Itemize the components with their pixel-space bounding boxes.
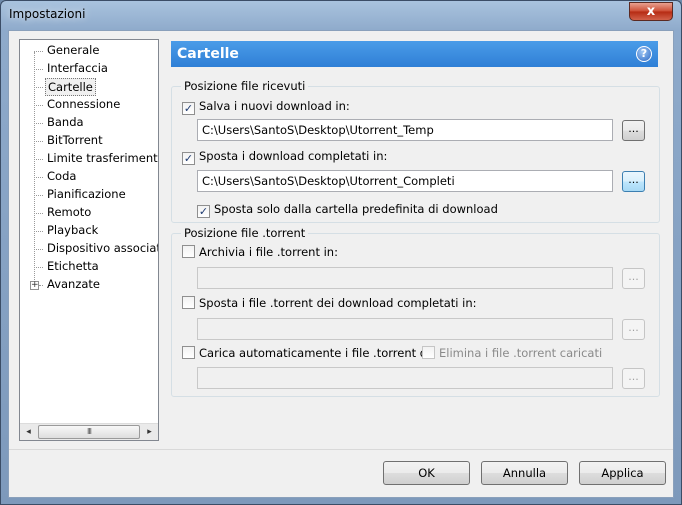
autoload-checkbox[interactable]: Carica automaticamente i file .torrent d… (182, 346, 434, 362)
archive-path-input[interactable] (197, 267, 613, 289)
group-title: Posizione file .torrent (181, 226, 309, 240)
save-new-path-input[interactable]: C:\Users\SantoS\Desktop\Utorrent_Temp (197, 119, 613, 141)
cancel-button[interactable]: Annulla (481, 461, 568, 485)
received-files-group: Posizione file ricevuti ✓ Salva i nuovi d… (171, 79, 660, 223)
section-title: Cartelle (177, 46, 239, 62)
move-torrent-checkbox[interactable]: Sposta i file .torrent dei download comp… (182, 296, 476, 312)
checkbox-checked-icon[interactable]: ✓ (197, 205, 210, 218)
tree-connector (34, 213, 43, 214)
tree-connector (34, 231, 43, 232)
move-completed-checkbox[interactable]: ✓ Sposta i download completati in: (182, 149, 387, 165)
window-title: Impostazioni (9, 7, 86, 21)
checkbox-label: Salva i nuovi download in: (199, 99, 350, 113)
tree-item-bittorrent[interactable]: BitTorrent (45, 132, 105, 150)
tree-item-playback[interactable]: Playback (45, 222, 100, 240)
tree-item-pianificazione[interactable]: Pianificazione (45, 186, 128, 204)
checkbox-unchecked-icon[interactable] (422, 346, 435, 359)
tree-item-avanzate[interactable]: Avanzate (45, 276, 102, 294)
footer-divider (9, 449, 673, 450)
checkbox-checked-icon[interactable]: ✓ (182, 102, 195, 115)
tree-viewport: Generale Interfaccia Cartelle Connession… (20, 40, 158, 422)
tree-item-limite-trasferimento[interactable]: Limite trasferimento (45, 150, 158, 168)
checkbox-unchecked-icon[interactable] (182, 296, 195, 309)
tree-connector (39, 285, 43, 286)
tree-connector (34, 87, 43, 88)
close-button[interactable]: x (629, 2, 673, 21)
archive-torrent-checkbox[interactable]: Archivia i file .torrent in: (182, 245, 338, 261)
ok-button[interactable]: OK (383, 461, 470, 485)
browse-button[interactable]: ... (622, 171, 645, 192)
tree-connector (34, 123, 43, 124)
tree-item-etichetta[interactable]: Etichetta (45, 258, 101, 276)
settings-tree: Generale Interfaccia Cartelle Connession… (19, 39, 159, 441)
tree-connector (34, 51, 43, 52)
browse-button[interactable]: ... (622, 368, 645, 389)
checkbox-unchecked-icon[interactable] (182, 346, 195, 359)
scroll-thumb[interactable]: III (38, 425, 140, 439)
tree-connector (34, 195, 43, 196)
tree-connector (34, 177, 43, 178)
tree-item-cartelle[interactable]: Cartelle (45, 78, 96, 96)
tree-item-banda[interactable]: Banda (45, 114, 86, 132)
tree-connector (34, 267, 43, 268)
expand-icon[interactable]: + (30, 281, 39, 290)
browse-button[interactable]: ... (622, 120, 645, 141)
section-header: Cartelle ? (171, 41, 658, 67)
autoload-path-input[interactable] (197, 367, 613, 389)
tree-item-remoto[interactable]: Remoto (45, 204, 93, 222)
checkbox-label: Elimina i file .torrent caricati (439, 346, 603, 360)
tree-connector (34, 105, 43, 106)
checkbox-checked-icon[interactable]: ✓ (182, 152, 195, 165)
group-title: Posizione file ricevuti (181, 79, 309, 93)
checkbox-label: Sposta solo dalla cartella predefinita d… (214, 202, 498, 216)
checkbox-label: Archivia i file .torrent in: (199, 245, 338, 259)
tree-connector (34, 249, 43, 250)
tree-connector (34, 69, 43, 70)
torrent-files-group: Posizione file .torrent Archivia i file … (171, 226, 660, 397)
apply-button[interactable]: Applica (579, 461, 666, 485)
checkbox-label: Sposta i file .torrent dei download comp… (199, 296, 477, 310)
help-icon[interactable]: ? (636, 46, 652, 62)
tree-item-generale[interactable]: Generale (45, 42, 101, 60)
checkbox-label: Carica automaticamente i file .torrent d… (199, 346, 435, 360)
move-torrent-path-input[interactable] (197, 318, 613, 340)
tree-item-interfaccia[interactable]: Interfaccia (45, 60, 110, 78)
checkbox-unchecked-icon[interactable] (182, 245, 195, 258)
browse-button[interactable]: ... (622, 268, 645, 289)
settings-window: Impostazioni x Generale Interfaccia Cart… (0, 0, 682, 505)
save-new-checkbox[interactable]: ✓ Salva i nuovi download in: (182, 99, 350, 115)
title-bar[interactable]: Impostazioni x (1, 1, 681, 29)
move-default-only-checkbox[interactable]: ✓ Sposta solo dalla cartella predefinita … (197, 202, 498, 218)
browse-button[interactable]: ... (622, 319, 645, 340)
tree-connector (34, 141, 43, 142)
tree-connector (34, 159, 43, 160)
checkbox-label: Sposta i download completati in: (199, 149, 388, 163)
tree-item-connessione[interactable]: Connessione (45, 96, 122, 114)
dialog-body: Generale Interfaccia Cartelle Connession… (8, 30, 674, 498)
delete-loaded-checkbox[interactable]: Elimina i file .torrent caricati (422, 346, 602, 362)
scroll-right-icon[interactable]: ▸ (141, 424, 158, 440)
horizontal-scrollbar[interactable]: ◂ III ▸ (20, 423, 158, 440)
move-completed-path-input[interactable]: C:\Users\SantoS\Desktop\Utorrent_Complet… (197, 170, 613, 192)
scroll-left-icon[interactable]: ◂ (20, 424, 37, 440)
tree-item-dispositivo-associato[interactable]: Dispositivo associato (45, 240, 158, 258)
tree-item-coda[interactable]: Coda (45, 168, 78, 186)
